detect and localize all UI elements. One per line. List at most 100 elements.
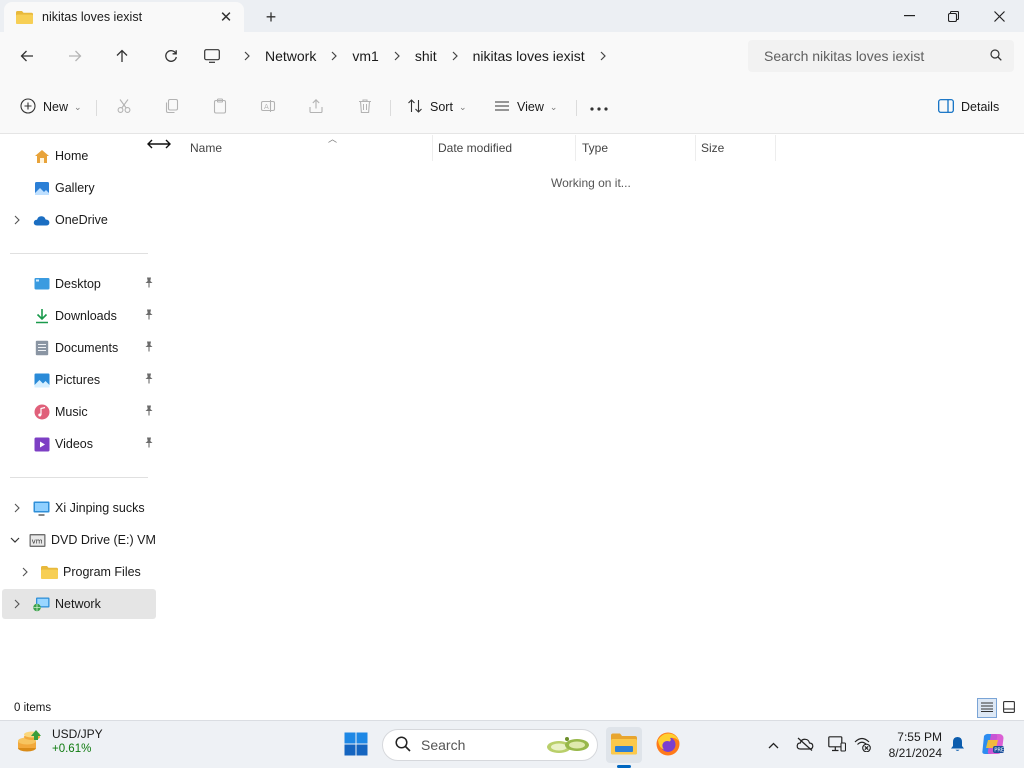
- forward-button[interactable]: [61, 42, 89, 70]
- paste-button[interactable]: [212, 93, 228, 121]
- search-input[interactable]: [764, 48, 990, 64]
- nav-item-network[interactable]: Network: [2, 589, 156, 619]
- close-window-button[interactable]: [976, 0, 1022, 32]
- nav-item-label: DVD Drive (E:) VMw: [51, 533, 156, 547]
- windows-logo-icon: [344, 732, 368, 759]
- address-bar-row: Network vm1 shit nikitas loves iexist: [0, 32, 1024, 80]
- notifications-button[interactable]: [944, 731, 970, 759]
- nav-item-this-pc[interactable]: Xi Jinping sucks: [2, 493, 156, 523]
- details-view-button[interactable]: [977, 698, 997, 718]
- videos-icon: [33, 436, 50, 452]
- chevron-right-icon[interactable]: [238, 51, 256, 61]
- pin-icon[interactable]: [144, 405, 154, 419]
- view-button[interactable]: View ⌄: [494, 93, 557, 121]
- pin-icon[interactable]: [144, 277, 154, 291]
- resize-cursor-icon: [147, 137, 171, 155]
- column-header-type[interactable]: Type: [576, 135, 696, 161]
- chevron-right-icon[interactable]: [10, 215, 24, 225]
- details-pane-button[interactable]: Details: [938, 93, 999, 121]
- nav-item-desktop[interactable]: Desktop: [2, 269, 156, 299]
- breadcrumb-network[interactable]: Network: [256, 48, 325, 64]
- chevron-right-icon[interactable]: [10, 599, 24, 609]
- chevron-down-icon[interactable]: [10, 537, 20, 543]
- firefox-taskbar-button[interactable]: [650, 727, 686, 763]
- nav-item-dvd-drive[interactable]: vm DVD Drive (E:) VMw: [2, 525, 156, 555]
- column-header-date-modified[interactable]: Date modified: [432, 135, 576, 161]
- maximize-button[interactable]: [930, 0, 976, 32]
- monitor-icon: [828, 735, 847, 755]
- arrow-left-icon: [20, 50, 33, 62]
- chevron-right-icon[interactable]: [388, 51, 406, 61]
- nav-item-home[interactable]: Home: [2, 141, 156, 171]
- delete-button[interactable]: [357, 93, 373, 121]
- show-hidden-icons-button[interactable]: [760, 731, 786, 759]
- chevron-right-icon[interactable]: [446, 51, 464, 61]
- pin-icon[interactable]: [144, 309, 154, 323]
- chevron-right-icon[interactable]: [10, 503, 24, 513]
- nav-item-videos[interactable]: Videos: [2, 429, 156, 459]
- breadcrumb: Network vm1 shit nikitas loves iexist: [202, 40, 740, 72]
- column-header-label: Date modified: [438, 141, 513, 155]
- new-button[interactable]: New ⌄: [20, 93, 82, 121]
- search-icon[interactable]: [990, 48, 1002, 64]
- new-tab-button[interactable]: +: [258, 4, 284, 30]
- chevron-right-icon[interactable]: [18, 567, 32, 577]
- copy-button[interactable]: [164, 93, 180, 121]
- display-settings-button[interactable]: [824, 731, 850, 759]
- nav-item-onedrive[interactable]: OneDrive: [2, 205, 156, 235]
- share-button[interactable]: [308, 93, 324, 121]
- arrow-right-icon: [69, 50, 82, 62]
- up-button[interactable]: [108, 42, 136, 70]
- file-explorer-taskbar-button[interactable]: [606, 727, 642, 763]
- taskbar-search[interactable]: Search: [382, 729, 598, 761]
- tab-current-folder[interactable]: nikitas loves iexist ✕: [4, 2, 244, 32]
- firefox-icon: [655, 731, 681, 760]
- column-header-size[interactable]: Size: [695, 135, 776, 161]
- command-bar: New ⌄ A Sort ⌄ View ⌄ Details: [0, 80, 1024, 134]
- breadcrumb-current[interactable]: nikitas loves iexist: [464, 48, 594, 64]
- rename-button[interactable]: A: [260, 93, 276, 121]
- breadcrumb-shit[interactable]: shit: [406, 48, 446, 64]
- nav-item-label: Xi Jinping sucks: [55, 501, 145, 515]
- clock[interactable]: 7:55 PM 8/21/2024: [880, 729, 942, 761]
- copilot-button[interactable]: PRE: [978, 731, 1008, 759]
- refresh-button[interactable]: [157, 42, 185, 70]
- svg-text:vm: vm: [32, 537, 43, 545]
- widgets-button[interactable]: USD/JPY +0.61%: [16, 727, 103, 757]
- network-disconnected-icon: [854, 736, 872, 755]
- pin-icon[interactable]: [144, 373, 154, 387]
- more-icon: [590, 100, 608, 114]
- copilot-icon: PRE: [981, 733, 1005, 758]
- minimize-button[interactable]: [886, 0, 932, 32]
- back-button[interactable]: [13, 42, 41, 70]
- nav-item-pictures[interactable]: Pictures: [2, 365, 156, 395]
- column-header-name[interactable]: Name ︿: [184, 134, 433, 161]
- chevron-right-icon[interactable]: [325, 51, 343, 61]
- refresh-icon: [165, 50, 177, 62]
- sort-icon: [407, 98, 423, 117]
- pin-icon[interactable]: [144, 437, 154, 451]
- sort-button[interactable]: Sort ⌄: [407, 93, 466, 121]
- breadcrumb-vm1[interactable]: vm1: [343, 48, 387, 64]
- nav-item-program-files[interactable]: Program Files: [2, 557, 156, 587]
- nav-item-downloads[interactable]: Downloads: [2, 301, 156, 331]
- nav-item-music[interactable]: Music: [2, 397, 156, 427]
- pin-icon[interactable]: [144, 341, 154, 355]
- documents-icon: [33, 340, 50, 356]
- file-list-pane: Name ︿ Date modified Type Size Working o…: [160, 134, 1024, 695]
- clock-date: 8/21/2024: [888, 746, 942, 760]
- more-options-button[interactable]: [590, 93, 608, 121]
- chevron-down-icon: ⌄: [458, 101, 467, 112]
- nav-item-gallery[interactable]: Gallery: [2, 173, 156, 203]
- onedrive-status-button[interactable]: [792, 731, 818, 759]
- this-pc-icon[interactable]: [202, 49, 222, 63]
- start-button[interactable]: [338, 727, 374, 763]
- tiles-view-button[interactable]: [999, 698, 1019, 718]
- nav-item-documents[interactable]: Documents: [2, 333, 156, 363]
- chevron-down-icon: ⌄: [549, 101, 558, 112]
- close-tab-icon[interactable]: ✕: [216, 7, 236, 27]
- cut-button[interactable]: [116, 93, 132, 121]
- chevron-right-icon[interactable]: [594, 51, 612, 61]
- search-box[interactable]: [748, 40, 1014, 72]
- network-status-button[interactable]: [850, 731, 876, 759]
